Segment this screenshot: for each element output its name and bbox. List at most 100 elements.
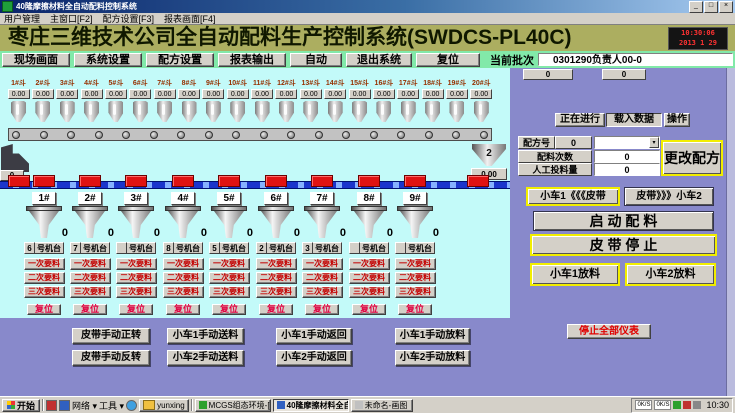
gate-icon[interactable] (467, 175, 489, 187)
machine-number[interactable] (395, 242, 406, 254)
batch-count-field[interactable]: 0 (594, 150, 660, 163)
request-material-2-button[interactable]: 二次要料 (302, 272, 343, 284)
machine-number[interactable] (116, 242, 127, 254)
request-material-1-button[interactable]: 一次要料 (349, 258, 390, 270)
gate-icon[interactable] (172, 175, 194, 187)
manual-button[interactable]: 小车1手动送料 (167, 328, 244, 344)
manual-button[interactable]: 小车2手动放料 (395, 350, 470, 366)
toolbar-network[interactable]: 网络 ▾ (72, 399, 97, 412)
toolbar-tools[interactable]: 工具 ▾ (99, 399, 124, 412)
station-reset-button[interactable]: 复位 (212, 304, 246, 315)
request-material-3-button[interactable]: 三次要料 (163, 286, 204, 298)
close-button[interactable]: × (719, 1, 733, 13)
change-recipe-button[interactable]: 更改配方 (661, 140, 723, 176)
station-reset-button[interactable]: 复位 (119, 304, 153, 315)
request-material-1-button[interactable]: 一次要料 (256, 258, 297, 270)
station-reset-button[interactable]: 复位 (259, 304, 293, 315)
station-reset-button[interactable]: 复位 (73, 304, 107, 315)
machine-number[interactable]: 5 (209, 242, 220, 254)
request-material-3-button[interactable]: 三次要料 (70, 286, 111, 298)
start-batching-button[interactable]: 启 动 配 料 (533, 211, 714, 231)
gate-icon[interactable] (404, 175, 426, 187)
request-material-3-button[interactable]: 三次要料 (209, 286, 250, 298)
station-reset-button[interactable]: 复位 (398, 304, 432, 315)
request-material-3-button[interactable]: 三次要料 (256, 286, 297, 298)
task-button[interactable]: 未命名-画图 (351, 399, 413, 412)
machine-number[interactable]: 2 (256, 242, 267, 254)
request-material-1-button[interactable]: 一次要料 (209, 258, 250, 270)
chevron-down-icon[interactable]: ▾ (649, 137, 659, 148)
machine-number[interactable]: 8 (163, 242, 174, 254)
tray-icon-gray[interactable] (693, 401, 701, 409)
tray-icon-green[interactable] (673, 401, 681, 409)
request-material-2-button[interactable]: 二次要料 (349, 272, 390, 284)
nav-button[interactable]: 退出系统 (346, 53, 412, 67)
request-material-3-button[interactable]: 三次要料 (395, 286, 436, 298)
maximize-button[interactable]: □ (704, 1, 718, 13)
nav-button[interactable]: 自动 (290, 53, 342, 67)
menu-item[interactable]: 主窗口[F2] (50, 12, 93, 25)
manual-button[interactable]: 皮带手动正转 (72, 328, 150, 344)
task-button[interactable]: MCGS组态环境-[动画... (195, 399, 271, 412)
request-material-2-button[interactable]: 二次要料 (163, 272, 204, 284)
cart2-discharge-button[interactable]: 小车2放料 (625, 263, 716, 286)
menu-item[interactable]: 用户管理 (4, 12, 40, 25)
gate-icon[interactable] (125, 175, 147, 187)
gate-icon[interactable] (218, 175, 240, 187)
request-material-2-button[interactable]: 二次要料 (395, 272, 436, 284)
request-material-2-button[interactable]: 二次要料 (24, 272, 65, 284)
task-button[interactable]: 40隆摩擦材料全自动配... (273, 399, 349, 412)
manual-button[interactable]: 小车2手动返回 (276, 350, 352, 366)
recipe-dropdown[interactable]: ▾ (594, 136, 660, 149)
menu-item[interactable]: 报表画面[F4] (164, 12, 216, 25)
request-material-3-button[interactable]: 三次要料 (24, 286, 65, 298)
gate-icon[interactable] (79, 175, 101, 187)
nav-button[interactable]: 系统设置 (74, 53, 142, 67)
quicklaunch-icon-2[interactable] (59, 400, 70, 411)
request-material-2-button[interactable]: 二次要料 (116, 272, 157, 284)
request-material-3-button[interactable]: 三次要料 (116, 286, 157, 298)
manual-button[interactable]: 小车1手动返回 (276, 328, 352, 344)
nav-button[interactable]: 报表输出 (218, 53, 286, 67)
request-material-1-button[interactable]: 一次要料 (24, 258, 65, 270)
operate-button[interactable]: 操作 (664, 113, 690, 127)
ie-icon[interactable] (126, 400, 137, 411)
request-material-1-button[interactable]: 一次要料 (395, 258, 436, 270)
gate-icon[interactable] (311, 175, 333, 187)
quicklaunch-icon-1[interactable] (46, 400, 57, 411)
machine-number[interactable]: 6 (24, 242, 35, 254)
nav-button[interactable]: 现场画面 (2, 53, 70, 67)
machine-number[interactable] (349, 242, 360, 254)
request-material-3-button[interactable]: 三次要料 (302, 286, 343, 298)
cart1-discharge-button[interactable]: 小车1放料 (530, 263, 620, 286)
belt-to-cart2-button[interactable]: 皮带》》》小车2 (624, 187, 714, 206)
nav-button[interactable]: 配方设置 (146, 53, 214, 67)
gate-icon[interactable] (33, 175, 55, 187)
in-progress-button[interactable]: 正在进行 (555, 113, 605, 127)
station-reset-button[interactable]: 复位 (305, 304, 339, 315)
request-material-1-button[interactable]: 一次要料 (163, 258, 204, 270)
tray-icon-red[interactable] (683, 401, 691, 409)
belt-stop-button[interactable]: 皮 带 停 止 (530, 234, 717, 256)
cart1-to-belt-button[interactable]: 小车1《《《皮带 (526, 187, 620, 206)
machine-number[interactable]: 3 (302, 242, 313, 254)
manual-button[interactable]: 小车2手动送料 (167, 350, 244, 366)
minimize-button[interactable]: _ (689, 1, 703, 13)
gate-icon[interactable] (358, 175, 380, 187)
request-material-2-button[interactable]: 二次要料 (256, 272, 297, 284)
station-reset-button[interactable]: 复位 (166, 304, 200, 315)
manual-button[interactable]: 小车1手动放料 (395, 328, 470, 344)
station-reset-button[interactable]: 复位 (27, 304, 61, 315)
gate-icon[interactable] (265, 175, 287, 187)
load-data-button[interactable]: 载入数据 (606, 113, 662, 127)
nav-button[interactable]: 复位 (416, 53, 480, 67)
gate-icon[interactable] (8, 175, 30, 187)
request-material-3-button[interactable]: 三次要料 (349, 286, 390, 298)
stop-all-instruments-button[interactable]: 停止全部仪表 (567, 324, 651, 339)
menu-item[interactable]: 配方设置[F3] (103, 12, 155, 25)
request-material-2-button[interactable]: 二次要料 (70, 272, 111, 284)
request-material-1-button[interactable]: 一次要料 (302, 258, 343, 270)
request-material-1-button[interactable]: 一次要料 (70, 258, 111, 270)
start-button[interactable]: 开始 (2, 399, 40, 412)
machine-number[interactable]: 7 (70, 242, 81, 254)
